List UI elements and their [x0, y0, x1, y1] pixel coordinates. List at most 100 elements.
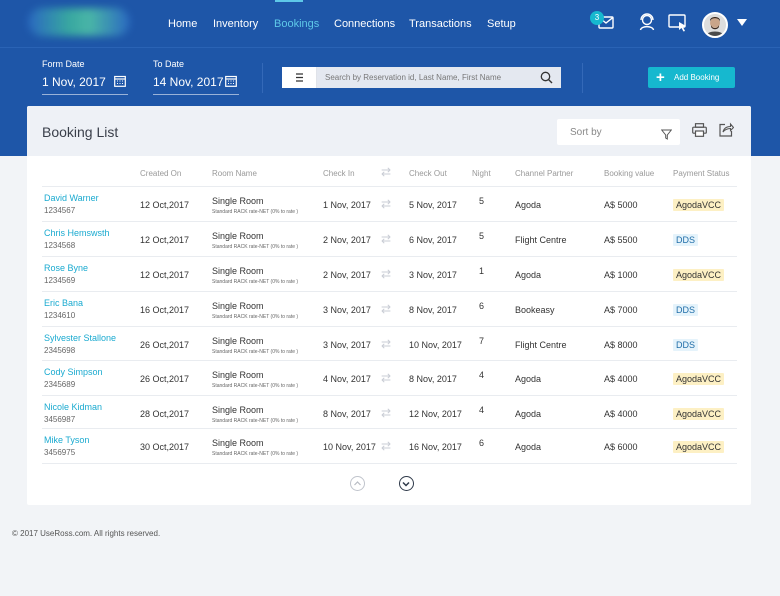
swap-arrows-icon: ⇄ [381, 371, 392, 385]
reservation-id: 1234569 [44, 276, 76, 285]
reservation-id: 2345689 [44, 380, 76, 389]
check-in-date: 2 Nov, 2017 [323, 235, 371, 245]
form-date-underline [42, 94, 128, 95]
header-divider [0, 47, 780, 48]
channel-partner: Agoda [515, 374, 542, 384]
reservation-id: 1234610 [44, 311, 76, 320]
guest-name-link[interactable]: Nicole Kidman [44, 402, 102, 412]
booking-value: A$ 4000 [604, 409, 638, 419]
channel-partner: Agoda [515, 200, 542, 210]
payment-status-badge: AgodaVCC [673, 199, 725, 211]
guest-name-link[interactable]: David Warner [44, 193, 99, 203]
guest-name-link[interactable]: Sylvester Stallone [44, 333, 116, 343]
reservation-id: 1234567 [44, 206, 76, 215]
night-count: 6 [479, 438, 485, 448]
check-out-date: 5 Nov, 2017 [409, 200, 457, 210]
row-divider [42, 360, 737, 361]
col-check-out[interactable]: Check Out [409, 169, 447, 178]
swap-arrows-icon: ⇄ [381, 337, 392, 351]
col-created-on[interactable]: Created On [140, 169, 181, 178]
check-out-date: 10 Nov, 2017 [409, 340, 462, 350]
filter-divider [262, 63, 263, 93]
screen-cursor-icon[interactable] [668, 14, 688, 37]
booking-value: A$ 7000 [604, 305, 638, 315]
check-in-date: 3 Nov, 2017 [323, 305, 371, 315]
guest-name-link[interactable]: Chris Hemswsth [44, 228, 110, 238]
print-icon[interactable] [692, 123, 707, 142]
booking-value: A$ 5500 [604, 235, 638, 245]
filter-divider [582, 63, 583, 93]
check-out-date: 16 Nov, 2017 [409, 442, 462, 452]
booking-value: A$ 1000 [604, 270, 638, 280]
avatar[interactable] [702, 12, 728, 38]
col-room-name[interactable]: Room Name [212, 169, 257, 178]
check-out-date: 8 Nov, 2017 [409, 374, 457, 384]
night-count: 4 [479, 405, 485, 415]
room-name: Single Room [212, 301, 264, 311]
search-input[interactable] [317, 67, 561, 88]
search-icon[interactable] [540, 71, 553, 89]
menu-icon[interactable] [282, 67, 317, 88]
nav-inventory[interactable]: Inventory [213, 18, 258, 30]
col-night[interactable]: Night [472, 169, 491, 178]
created-on: 26 Oct,2017 [140, 374, 190, 384]
sort-dropdown[interactable]: Sort by [557, 119, 680, 145]
swap-arrows-icon: ⇄ [381, 267, 392, 281]
nav-bookings[interactable]: Bookings [274, 18, 319, 30]
nav-transactions[interactable]: Transactions [409, 18, 472, 30]
col-payment-status[interactable]: Payment Status [673, 169, 729, 178]
created-on: 16 Oct,2017 [140, 305, 190, 315]
swap-arrows-icon: ⇄ [381, 197, 392, 211]
row-divider [42, 256, 737, 257]
swap-arrows-icon: ⇄ [381, 302, 392, 316]
add-booking-button[interactable]: + Add Booking [648, 67, 735, 88]
to-date-label: To Date [153, 59, 185, 69]
night-count: 5 [479, 231, 485, 241]
channel-partner: Agoda [515, 409, 542, 419]
filter-icon[interactable] [660, 127, 673, 145]
check-in-date: 3 Nov, 2017 [323, 340, 371, 350]
calendar-icon[interactable] [114, 74, 126, 92]
mail-badge: 3 [590, 11, 604, 25]
form-date-value[interactable]: 1 Nov, 2017 [42, 75, 106, 89]
support-icon[interactable] [638, 13, 656, 36]
rate-plan: Standard RACK rate-NET (0% to rate ) [212, 314, 299, 320]
guest-name-link[interactable]: Eric Bana [44, 298, 83, 308]
rate-plan: Standard RACK rate-NET (0% to rate ) [212, 209, 299, 215]
swap-arrows-icon: ⇄ [381, 232, 392, 246]
created-on: 28 Oct,2017 [140, 409, 190, 419]
page-down-button[interactable] [399, 476, 414, 491]
channel-partner: Bookeasy [515, 305, 555, 315]
col-check-in[interactable]: Check In [323, 169, 355, 178]
reservation-id: 3456987 [44, 415, 76, 424]
check-in-date: 10 Nov, 2017 [323, 442, 376, 452]
created-on: 12 Oct,2017 [140, 270, 190, 280]
guest-name-link[interactable]: Cody Simpson [44, 367, 103, 377]
row-divider [42, 291, 737, 292]
room-name: Single Room [212, 336, 264, 346]
search-bar [282, 67, 561, 88]
chevron-down-icon[interactable] [737, 19, 747, 26]
room-name: Single Room [212, 266, 264, 276]
room-name: Single Room [212, 196, 264, 206]
col-channel-partner[interactable]: Channel Partner [515, 169, 573, 178]
footer-copyright: © 2017 UseRoss.com. All rights reserved. [12, 529, 161, 538]
to-date-value[interactable]: 14 Nov, 2017 [153, 75, 224, 89]
nav-connections[interactable]: Connections [334, 18, 395, 30]
rate-plan: Standard RACK rate-NET (0% to rate ) [212, 383, 299, 389]
row-divider [42, 463, 737, 464]
guest-name-link[interactable]: Mike Tyson [44, 435, 89, 445]
brand-logo[interactable] [28, 8, 130, 36]
created-on: 12 Oct,2017 [140, 235, 190, 245]
nav-setup[interactable]: Setup [487, 18, 516, 30]
row-divider [42, 221, 737, 222]
payment-status-badge: DDS [673, 304, 699, 316]
calendar-icon[interactable] [225, 74, 237, 92]
nav-active-indicator [275, 0, 303, 2]
guest-name-link[interactable]: Rose Byne [44, 263, 88, 273]
nav-home[interactable]: Home [168, 18, 197, 30]
page-up-button[interactable] [350, 476, 365, 491]
col-booking-value[interactable]: Booking value [604, 169, 654, 178]
share-icon[interactable] [719, 122, 735, 142]
booking-value: A$ 6000 [604, 442, 638, 452]
